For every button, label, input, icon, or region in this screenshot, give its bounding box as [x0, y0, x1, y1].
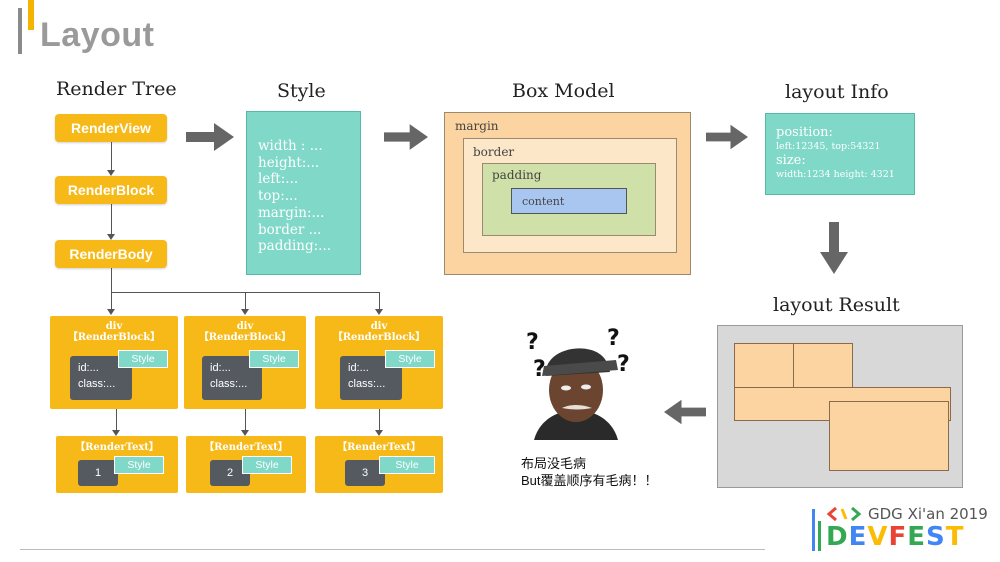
content-box: content	[511, 188, 627, 214]
style-chip: Style	[114, 456, 164, 474]
id-attr: id:...	[210, 362, 231, 374]
text-number-box: 1	[78, 460, 118, 486]
size-label: size:	[776, 153, 806, 168]
devfest-letter: F	[888, 522, 908, 552]
style-prop: left:...	[258, 171, 299, 188]
connector	[111, 142, 112, 173]
render-body-node: RenderBody	[55, 240, 167, 268]
arrow-right-icon	[186, 123, 234, 151]
layout-result-panel	[717, 325, 963, 488]
class-attr: class:...	[348, 378, 386, 390]
style-chip: Style	[242, 456, 292, 474]
margin-box: margin border padding content	[444, 112, 691, 275]
result-block	[734, 343, 794, 388]
title-bar	[18, 8, 22, 54]
style-chip: Style	[249, 350, 299, 368]
devfest-letter: V	[867, 522, 889, 552]
style-prop: padding:...	[258, 238, 332, 255]
render-text-card: 【RenderText】 2 Style	[186, 436, 306, 493]
card-heading-renderblock: 【RenderBlock】	[198, 332, 292, 343]
card-heading-rendertext: 【RenderText】	[204, 442, 288, 453]
title-accent	[28, 0, 34, 30]
style-prop: border ...	[258, 221, 322, 238]
devfest-letter: D	[826, 522, 849, 552]
arrowhead-down-icon	[107, 309, 115, 315]
render-block-node: RenderBlock	[55, 176, 167, 204]
connector	[111, 204, 112, 237]
style-heading: Style	[277, 80, 326, 102]
result-block	[829, 401, 949, 471]
card-heading-div: div	[105, 321, 123, 332]
box-model-heading: Box Model	[512, 80, 615, 102]
devfest-letter: E	[848, 522, 868, 552]
size-value: width:1234 height: 4321	[776, 169, 895, 180]
div-render-block-card: div 【RenderBlock】 id:... class:... Style	[315, 316, 443, 409]
border-box: border padding content	[463, 138, 677, 253]
arrowhead-down-icon	[375, 309, 383, 315]
card-heading-rendertext: 【RenderText】	[337, 442, 421, 453]
arrowhead-down-icon	[241, 309, 249, 315]
div-render-block-card: div 【RenderBlock】 id:... class:... Style	[50, 316, 178, 409]
question-mark: ?	[617, 352, 630, 377]
card-heading-renderblock: 【RenderBlock】	[332, 332, 426, 343]
style-prop: top:...	[258, 188, 298, 205]
class-attr: class:...	[78, 378, 116, 390]
position-value: left:12345, top:54321	[776, 141, 881, 152]
question-mark: ?	[526, 330, 539, 355]
meme-caption-line1: 布局没毛病	[521, 456, 587, 471]
connector	[111, 268, 112, 312]
question-mark: ?	[607, 326, 620, 351]
border-label: border	[473, 145, 515, 159]
render-text-card: 【RenderText】 3 Style	[315, 436, 443, 493]
padding-box: padding content	[482, 163, 656, 236]
style-chip: Style	[118, 350, 168, 368]
style-prop: width : ...	[258, 138, 323, 154]
slide-title: Layout	[40, 16, 155, 54]
question-mark: ?	[533, 357, 546, 382]
style-chip: Style	[385, 350, 435, 368]
render-text-card: 【RenderText】 1 Style	[56, 436, 178, 493]
card-heading-rendertext: 【RenderText】	[75, 442, 159, 453]
style-prop: height:...	[258, 154, 320, 171]
div-render-block-card: div 【RenderBlock】 id:... class:... Style	[184, 316, 306, 409]
result-block	[793, 343, 853, 388]
devfest-letter: S	[926, 522, 946, 552]
position-label: position:	[776, 125, 833, 140]
margin-label: margin	[455, 119, 499, 133]
layout-result-heading: layout Result	[773, 294, 900, 316]
card-heading-renderblock: 【RenderBlock】	[67, 332, 161, 343]
gdg-event-text: GDG Xi'an 2019	[868, 505, 988, 523]
card-heading-div: div	[236, 321, 254, 332]
devfest-letter: T	[945, 522, 965, 552]
gdg-logo-icon	[826, 506, 862, 522]
footer-accent-bar	[818, 521, 821, 551]
arrow-right-icon	[384, 124, 428, 150]
style-prop: margin:...	[258, 204, 325, 221]
style-box: width : ... height:... left:... top:... …	[246, 111, 361, 275]
padding-label: padding	[492, 168, 542, 182]
footer-divider	[20, 549, 765, 550]
devfest-letter: E	[907, 522, 927, 552]
arrow-down-icon	[820, 222, 848, 274]
meme-caption-line2: But覆盖顺序有毛病！！	[521, 473, 658, 488]
devfest-logo: DEVFEST	[826, 522, 965, 552]
class-attr: class:...	[210, 378, 248, 390]
style-chip: Style	[379, 456, 435, 474]
arrow-right-icon	[706, 124, 748, 150]
render-view-node: RenderView	[55, 114, 167, 142]
layout-info-box: position: left:12345, top:54321 size: wi…	[765, 113, 915, 195]
arrow-left-icon	[664, 399, 706, 425]
content-label: content	[522, 195, 565, 208]
footer-accent-bar	[812, 509, 815, 551]
render-tree-heading: Render Tree	[56, 78, 177, 100]
card-heading-div: div	[370, 321, 388, 332]
layout-info-heading: layout Info	[785, 81, 889, 103]
